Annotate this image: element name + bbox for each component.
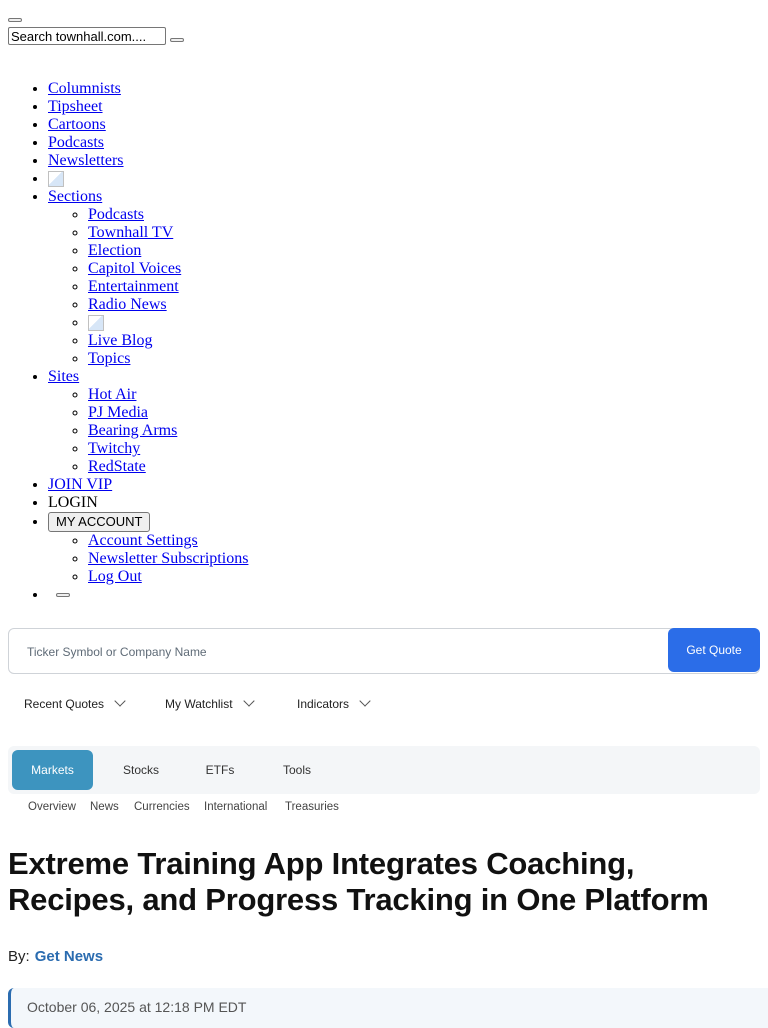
article-date: October 06, 2025 at 12:18 PM EDT [27, 999, 247, 1015]
nav-item-extra [48, 586, 248, 604]
sites-link-redstate[interactable]: RedState [88, 458, 146, 475]
nav-item-newsletters: Newsletters [48, 152, 248, 170]
submenu-item: Radio News [88, 296, 248, 314]
author-link[interactable]: Get News [35, 948, 103, 965]
article-byline: By: Get News [8, 948, 103, 965]
nav-item-account: MY ACCOUNT Account Settings Newsletter S… [48, 512, 248, 586]
get-quote-button[interactable]: Get Quote [668, 628, 760, 672]
nav-item-sites: Sites Hot Air PJ Media Bearing Arms Twit… [48, 368, 248, 476]
site-search-button[interactable] [170, 38, 184, 42]
sections-submenu: Podcasts Townhall TV Election Capitol Vo… [48, 206, 248, 368]
nav-item-login: LOGIN [48, 494, 248, 512]
extra-toggle-button[interactable] [56, 593, 70, 598]
recent-quotes-dropdown[interactable]: Recent Quotes [24, 695, 126, 711]
nav-link-cartoons[interactable]: Cartoons [48, 116, 106, 133]
main-nav: Columnists Tipsheet Cartoons Podcasts Ne… [8, 80, 248, 604]
tab-etfs[interactable]: ETFs [188, 750, 252, 790]
log-out-link[interactable]: Log Out [88, 568, 142, 585]
subnav-treasuries[interactable]: Treasuries [285, 801, 339, 813]
nav-item-sections: Sections Podcasts Townhall TV Election C… [48, 188, 248, 368]
indicators-dropdown[interactable]: Indicators [297, 695, 371, 711]
submenu-item: Podcasts [88, 206, 248, 224]
newsletter-subscriptions-link[interactable]: Newsletter Subscriptions [88, 550, 248, 567]
submenu-item: Newsletter Subscriptions [88, 550, 248, 568]
sections-link-election[interactable]: Election [88, 242, 141, 259]
sections-link-entertainment[interactable]: Entertainment [88, 278, 179, 295]
nav-item-cartoons: Cartoons [48, 116, 248, 134]
sections-link-townhall-tv[interactable]: Townhall TV [88, 224, 173, 241]
my-account-button[interactable]: MY ACCOUNT [48, 512, 151, 532]
nav-item-podcasts: Podcasts [48, 134, 248, 152]
submenu-item: Entertainment [88, 278, 248, 296]
nav-link-tipsheet[interactable]: Tipsheet [48, 98, 103, 115]
join-vip-link[interactable]: JOIN VIP [48, 476, 112, 493]
nav-link-podcasts[interactable]: Podcasts [48, 134, 104, 151]
submenu-item: Live Blog [88, 332, 248, 350]
byline-prefix: By: [8, 948, 30, 965]
dropdown-label: Indicators [297, 697, 350, 711]
nav-item-tipsheet: Tipsheet [48, 98, 248, 116]
nav-link-sections[interactable]: Sections [48, 188, 102, 205]
chevron-down-icon [242, 695, 255, 707]
sections-link-topics[interactable]: Topics [88, 350, 130, 367]
nav-item-join-vip: JOIN VIP [48, 476, 248, 494]
sites-link-twitchy[interactable]: Twitchy [88, 440, 140, 457]
article-headline: Extreme Training App Integrates Coaching… [8, 846, 709, 917]
nav-link-sites[interactable]: Sites [48, 368, 79, 385]
account-settings-link[interactable]: Account Settings [88, 532, 198, 549]
subnav-currencies[interactable]: Currencies [134, 801, 190, 813]
submenu-item: Twitchy [88, 440, 248, 458]
nav-item-columnists: Columnists [48, 80, 248, 98]
submenu-item: Topics [88, 350, 248, 368]
my-watchlist-dropdown[interactable]: My Watchlist [165, 695, 255, 711]
submenu-item: Capitol Voices [88, 260, 248, 278]
finance-tabs: Markets Stocks ETFs Tools [8, 746, 760, 794]
nav-link-columnists[interactable]: Columnists [48, 80, 121, 97]
broken-image-icon[interactable] [48, 171, 64, 187]
dropdown-label: Recent Quotes [24, 697, 105, 711]
sites-link-bearing-arms[interactable]: Bearing Arms [88, 422, 177, 439]
submenu-item: Log Out [88, 568, 248, 586]
submenu-item: Bearing Arms [88, 422, 248, 440]
nav-link-newsletters[interactable]: Newsletters [48, 152, 124, 169]
nav-item-image [48, 170, 248, 188]
tab-markets[interactable]: Markets [12, 750, 93, 790]
sections-link-capitol-voices[interactable]: Capitol Voices [88, 260, 181, 277]
submenu-item: Election [88, 242, 248, 260]
broken-image-icon[interactable] [88, 315, 104, 331]
submenu-item: PJ Media [88, 404, 248, 422]
login-link[interactable]: LOGIN [48, 494, 98, 511]
submenu-item: RedState [88, 458, 248, 476]
submenu-item: Townhall TV [88, 224, 248, 242]
submenu-item: Hot Air [88, 386, 248, 404]
chevron-down-icon [359, 695, 371, 707]
sections-link-podcasts[interactable]: Podcasts [88, 206, 144, 223]
submenu-item [88, 314, 248, 332]
sections-link-live-blog[interactable]: Live Blog [88, 332, 152, 349]
subnav-overview[interactable]: Overview [28, 801, 76, 813]
site-search-input[interactable] [8, 27, 166, 45]
menu-toggle-button[interactable] [8, 18, 22, 22]
chevron-down-icon [114, 695, 126, 707]
sites-submenu: Hot Air PJ Media Bearing Arms Twitchy Re… [48, 386, 248, 476]
sections-link-radio-news[interactable]: Radio News [88, 296, 167, 313]
tab-stocks[interactable]: Stocks [101, 750, 181, 790]
tab-tools[interactable]: Tools [260, 750, 334, 790]
ticker-search-input[interactable] [25, 641, 629, 663]
article-dateline: October 06, 2025 at 12:18 PM EDT [8, 988, 768, 1028]
sites-link-hot-air[interactable]: Hot Air [88, 386, 136, 403]
dropdown-label: My Watchlist [165, 697, 233, 711]
subnav-international[interactable]: International [204, 801, 267, 813]
account-submenu: Account Settings Newsletter Subscription… [48, 532, 248, 586]
subnav-news[interactable]: News [90, 801, 119, 813]
submenu-item: Account Settings [88, 532, 248, 550]
quote-search-bar: Get Quote [8, 628, 760, 674]
sites-link-pj-media[interactable]: PJ Media [88, 404, 148, 421]
